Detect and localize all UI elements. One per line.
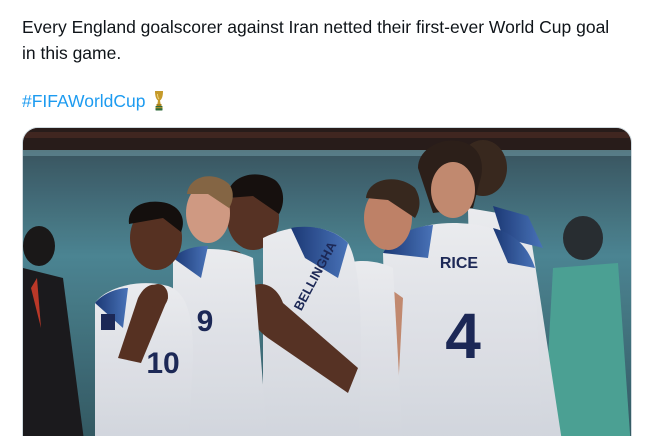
tweet-text-line-1: Every England goalscorer against Iran ne… <box>22 17 610 37</box>
celebration-photo: RICE 4 BELLINGHA 9 10 <box>23 128 631 436</box>
tweet-media-photo[interactable]: RICE 4 BELLINGHA 9 10 <box>22 127 632 436</box>
tweet-text: Every England goalscorer against Iran ne… <box>22 14 642 66</box>
tweet-text-line-2: in this game. <box>22 43 122 63</box>
trophy-icon <box>154 91 163 111</box>
hashtag-line: #FIFAWorldCup <box>22 88 166 114</box>
hashtag-link[interactable]: #FIFAWorldCup <box>22 88 146 114</box>
